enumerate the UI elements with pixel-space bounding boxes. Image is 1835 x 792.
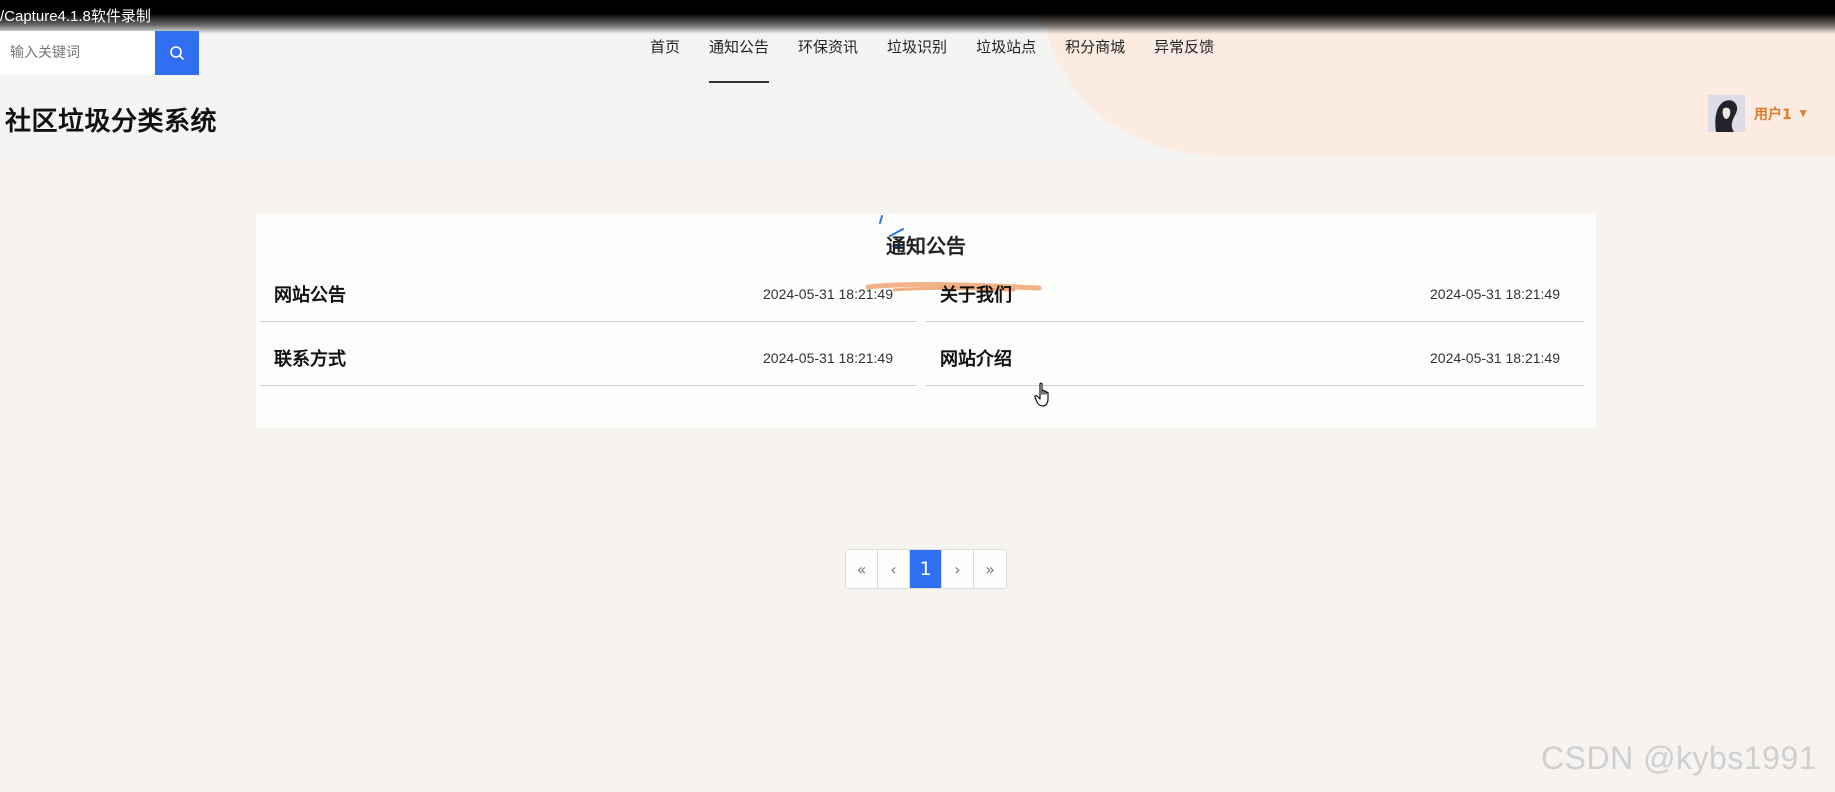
notice-date: 2024-05-31 18:21:49 — [1430, 350, 1560, 366]
notice-item[interactable]: 网站公告 2024-05-31 18:21:49 — [260, 267, 917, 322]
search-box — [0, 31, 199, 75]
notice-date: 2024-05-31 18:21:49 — [1430, 286, 1560, 302]
notice-date: 2024-05-31 18:21:49 — [763, 350, 893, 366]
nav-item-points-mall[interactable]: 积分商城 — [1065, 36, 1125, 84]
nav-item-home[interactable]: 首页 — [650, 36, 680, 84]
main-nav: 首页 通知公告 环保资讯 垃圾识别 垃圾站点 积分商城 异常反馈 — [650, 36, 1243, 84]
notice-item[interactable]: 网站介绍 2024-05-31 18:21:49 — [926, 331, 1584, 386]
last-page-button[interactable]: » — [974, 550, 1006, 588]
hand-cursor-icon — [1034, 382, 1049, 407]
notice-date: 2024-05-31 18:21:49 — [763, 286, 893, 302]
nav-item-eco-news[interactable]: 环保资讯 — [798, 36, 858, 84]
search-input[interactable] — [0, 31, 155, 75]
user-name[interactable]: 用户1 — [1754, 104, 1792, 124]
panel-title: 通知公告 — [886, 234, 966, 258]
current-page-button[interactable]: 1 — [910, 550, 942, 588]
notice-title[interactable]: 关于我们 — [940, 281, 1012, 307]
nav-item-garbage-stations[interactable]: 垃圾站点 — [976, 36, 1036, 84]
nav-item-garbage-recognition[interactable]: 垃圾识别 — [887, 36, 947, 84]
watermark: CSDN @kybs1991 — [1541, 740, 1818, 776]
search-button[interactable] — [155, 31, 199, 75]
site-title: 社区垃圾分类系统 — [5, 107, 218, 137]
next-page-button[interactable]: › — [942, 550, 974, 588]
search-icon — [170, 46, 184, 60]
notice-title[interactable]: 网站介绍 — [940, 345, 1012, 371]
prev-page-button[interactable]: ‹ — [878, 550, 910, 588]
notice-title[interactable]: 网站公告 — [274, 281, 346, 307]
user-menu[interactable]: 用户1 ▼ — [1708, 95, 1807, 132]
notice-title[interactable]: 联系方式 — [274, 345, 346, 371]
notice-item[interactable]: 关于我们 2024-05-31 18:21:49 — [926, 267, 1584, 322]
nav-item-notices[interactable]: 通知公告 — [709, 36, 770, 84]
capture-label: /Capture4.1.8软件录制 — [0, 8, 151, 25]
caret-down-icon[interactable]: ▼ — [1800, 109, 1807, 119]
avatar-icon[interactable] — [1708, 95, 1745, 132]
notice-panel: 通知公告 网站公告 2024-05-31 18:21:49 关于我们 2024-… — [256, 214, 1596, 428]
capture-overlay — [0, 0, 1835, 34]
nav-item-feedback[interactable]: 异常反馈 — [1154, 36, 1214, 84]
pagination: « ‹ 1 › » — [845, 549, 1007, 589]
first-page-button[interactable]: « — [846, 550, 878, 588]
notice-item[interactable]: 联系方式 2024-05-31 18:21:49 — [260, 331, 917, 386]
